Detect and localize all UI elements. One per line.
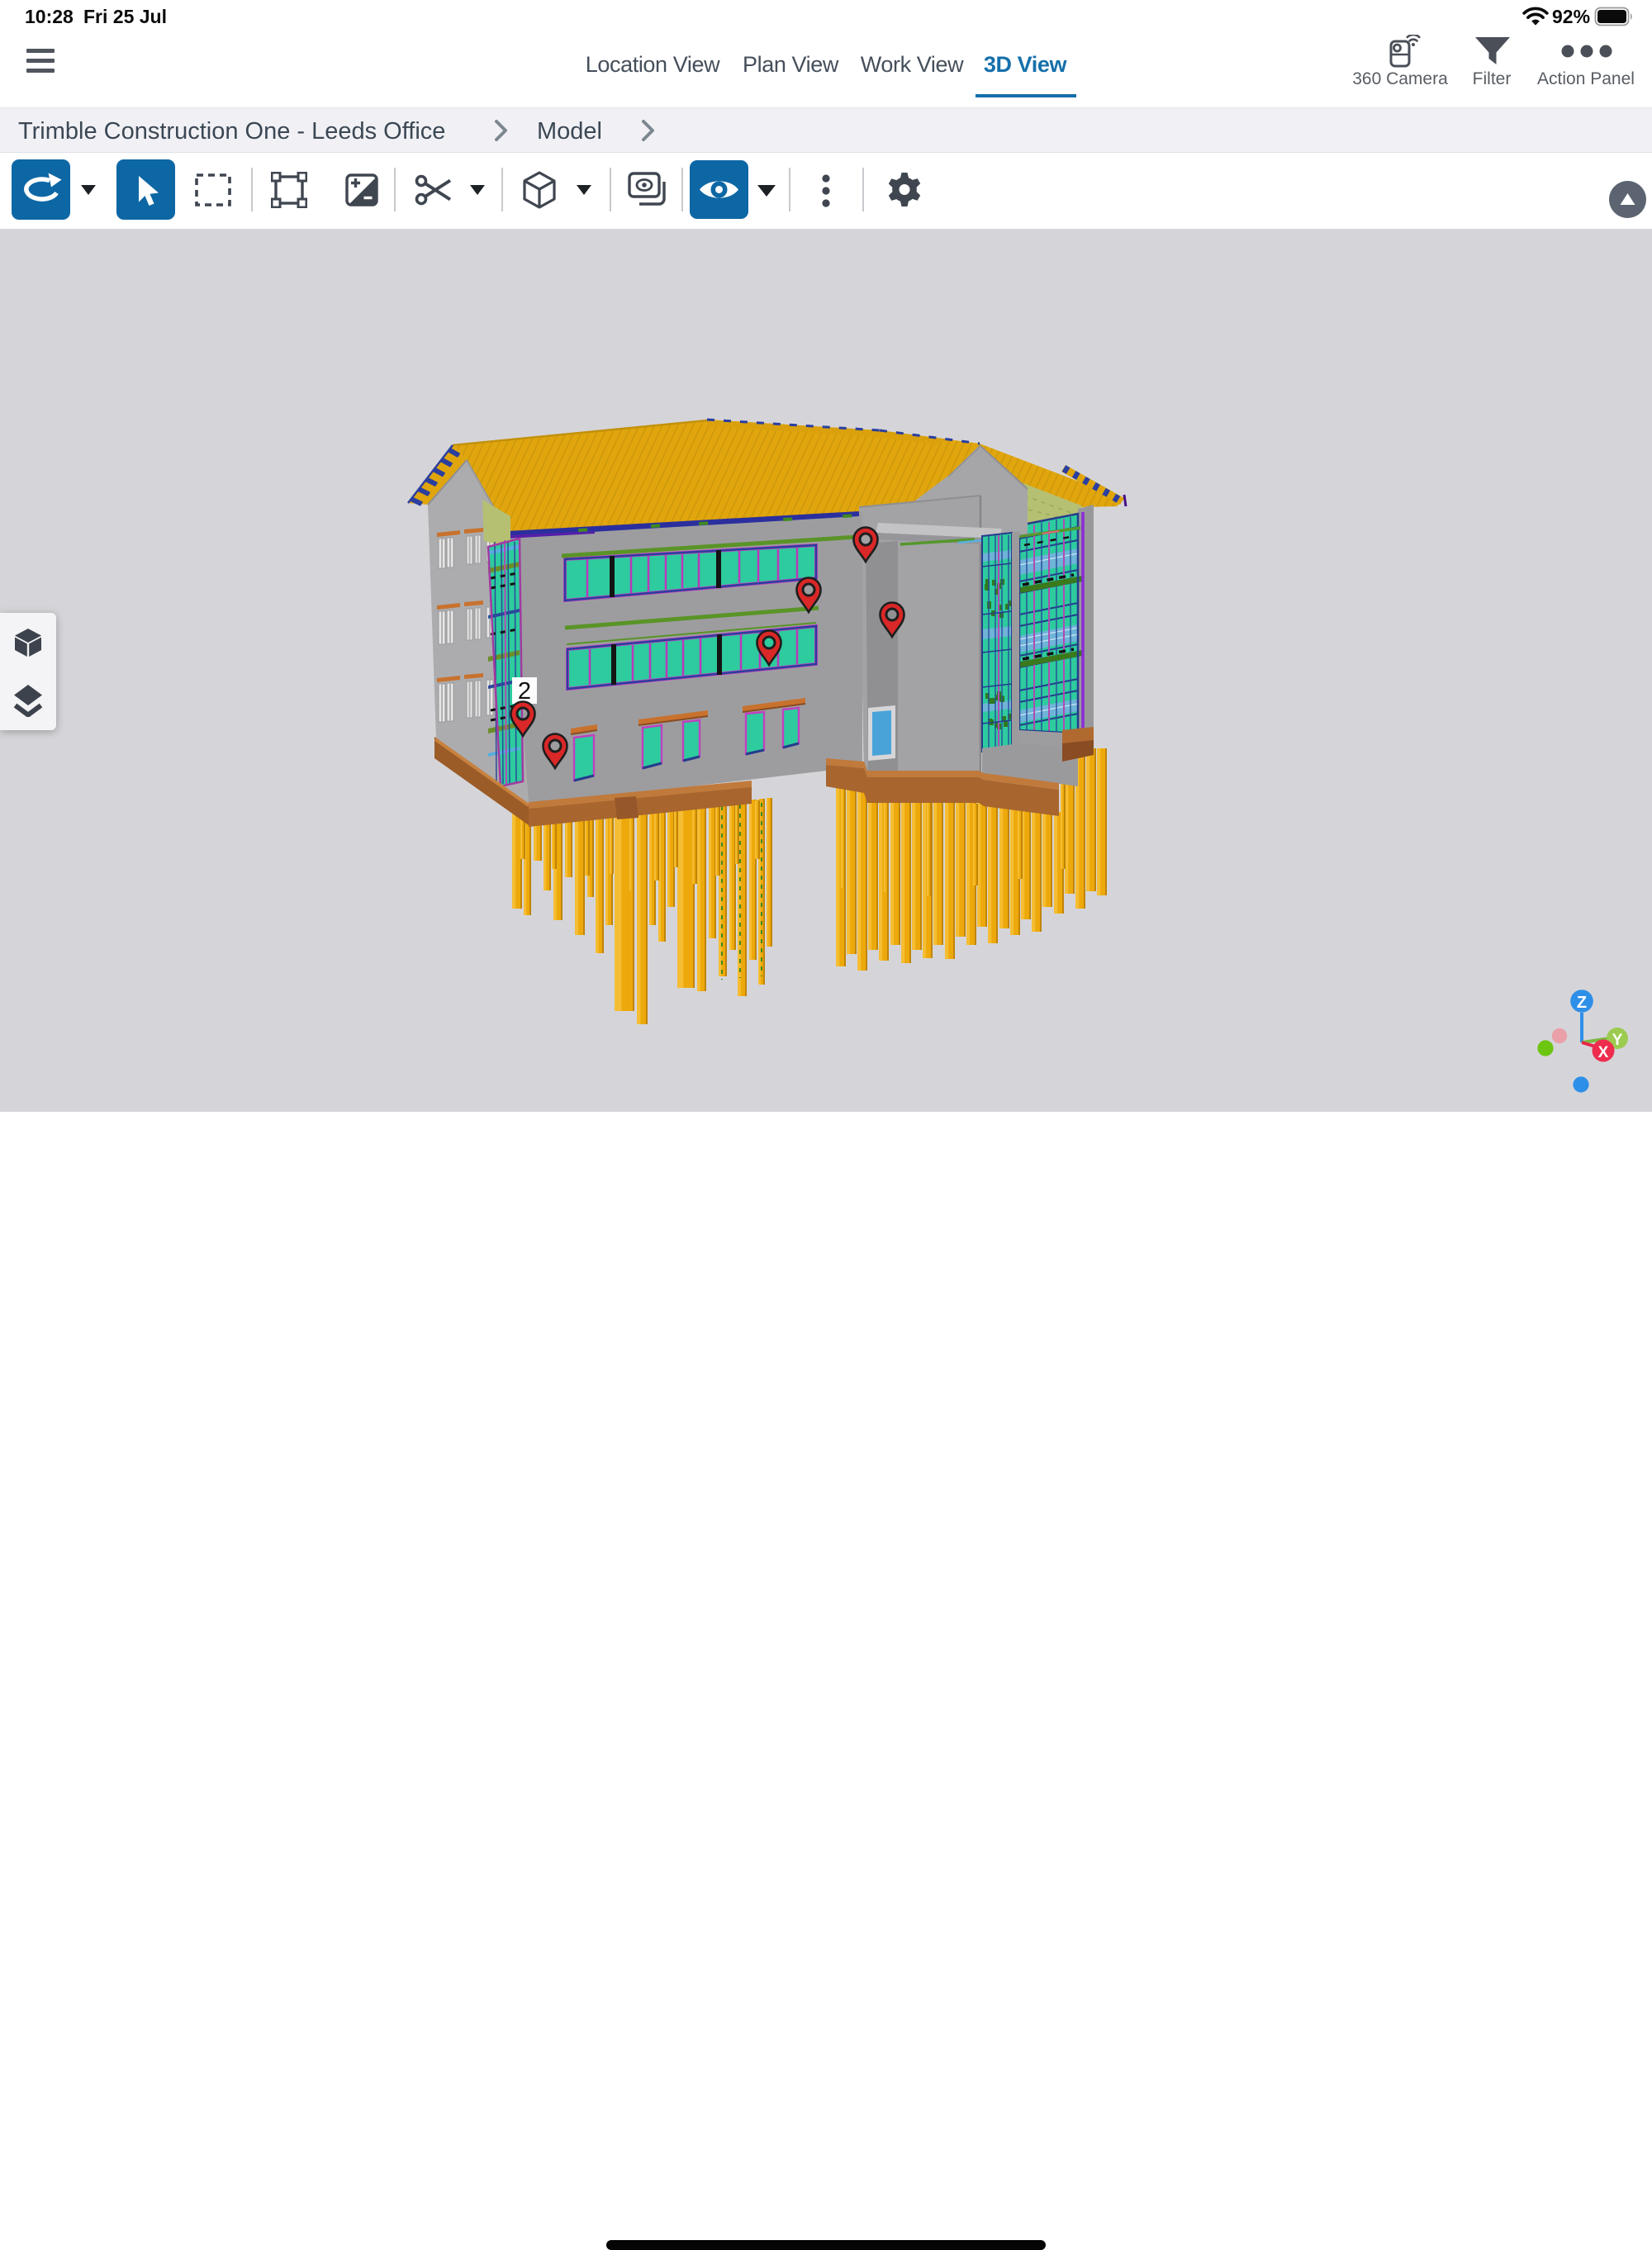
svg-text:Y: Y xyxy=(1612,1032,1623,1049)
svg-text:X: X xyxy=(1598,1044,1609,1061)
svg-text:2: 2 xyxy=(518,678,531,705)
svg-text:Z: Z xyxy=(1577,994,1587,1012)
